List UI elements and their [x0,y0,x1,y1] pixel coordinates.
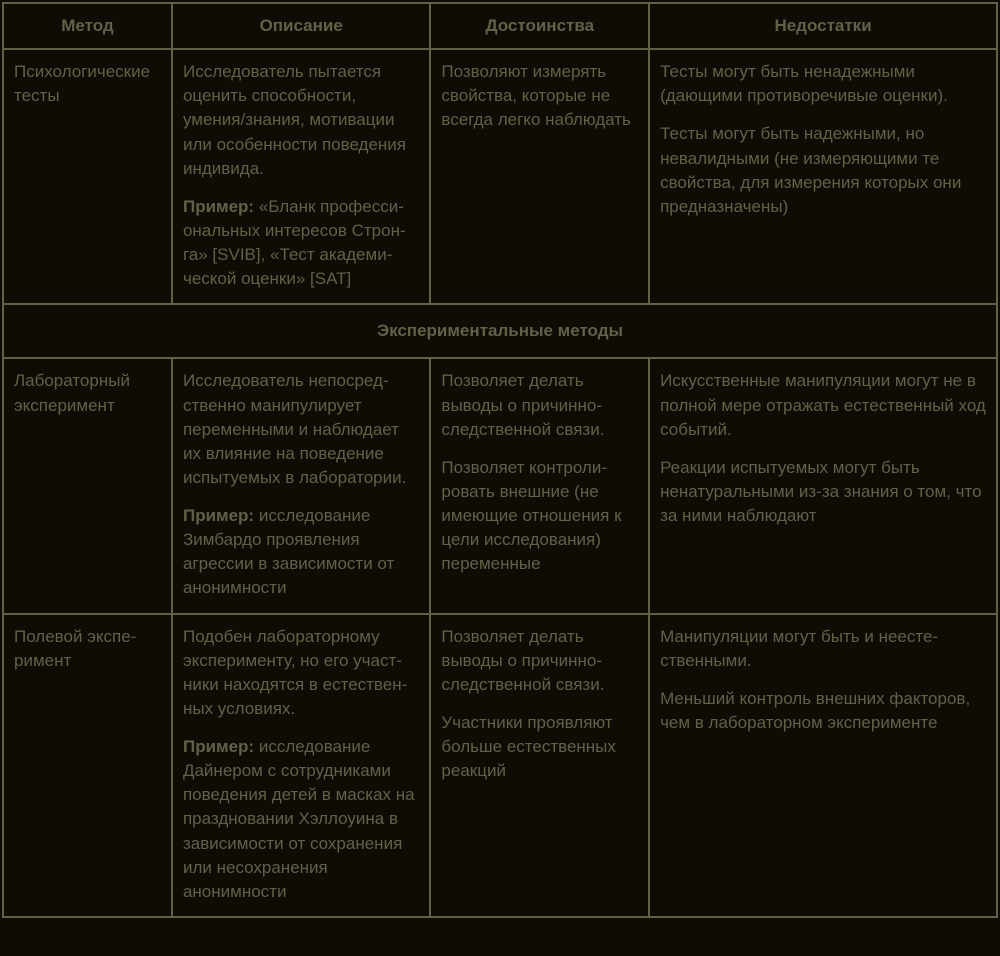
cell-description: Исследователь пытается оценить способнос… [172,49,430,304]
methods-table: Метод Описание Достоинства Недостатки Пс… [2,2,998,918]
advantage-text: Позволяет делать выводы о причинно-следс… [441,369,638,441]
header-advantages: Достоинства [430,3,649,49]
section-heading: Экспериментальные методы [3,304,997,358]
cell-advantages: Позволяет делать выводы о причинно-следс… [430,614,649,917]
cell-method: Психологиче­ские тесты [3,49,172,304]
description-text: Подобен лабораторному эксперименту, но е… [183,625,419,722]
example-label: Пример: [183,737,254,756]
disadvantage-text: Тесты могут быть надежными, но невалидны… [660,122,986,219]
cell-description: Исследователь непосред­ственно манипулир… [172,358,430,613]
advantage-text: Позволяет контроли­ровать внешние (не им… [441,456,638,577]
disadvantage-text: Тесты могут быть ненадежными (дающими пр… [660,60,986,108]
section-row-experimental: Экспериментальные методы [3,304,997,358]
advantage-text: Участники проявляют больше естественных … [441,711,638,783]
header-method: Метод [3,3,172,49]
advantage-text: Позволяет делать выводы о причинно-следс… [441,625,638,697]
header-description: Описание [172,3,430,49]
disadvantage-text: Реакции испытуемых могут быть ненатураль… [660,456,986,528]
cell-advantages: Позволяют измерять свойства, которые не … [430,49,649,304]
cell-description: Подобен лабораторному эксперименту, но е… [172,614,430,917]
cell-disadvantages: Тесты могут быть ненадежными (дающими пр… [649,49,997,304]
disadvantage-text: Манипуляции могут быть и неесте­ственным… [660,625,986,673]
header-disadvantages: Недостатки [649,3,997,49]
row-tests: Психологиче­ские тесты Исследователь пыт… [3,49,997,304]
disadvantage-text: Меньший контроль внешних фак­торов, чем … [660,687,986,735]
example-block: Пример: исследование Дайнером с сотрудни… [183,735,419,904]
description-text: Исследователь пытается оценить способнос… [183,60,419,181]
example-text: исследование Дайнером с сотрудниками пов… [183,737,415,901]
advantage-text: Позволяют измерять свойства, которые не … [441,60,638,132]
header-row: Метод Описание Достоинства Недостатки [3,3,997,49]
cell-advantages: Позволяет делать выводы о причинно-следс… [430,358,649,613]
row-lab: Лабораторный эксперимент Исследователь н… [3,358,997,613]
example-label: Пример: [183,506,254,525]
example-label: Пример: [183,197,254,216]
cell-method: Лабораторный эксперимент [3,358,172,613]
example-block: Пример: «Бланк професси­ональных интерес… [183,195,419,292]
example-block: Пример: исследование Зимбардо проявления… [183,504,419,601]
cell-disadvantages: Манипуляции могут быть и неесте­ственным… [649,614,997,917]
disadvantage-text: Искусственные манипуляции могут не в пол… [660,369,986,441]
row-field: Полевой экспе­римент Подобен лабораторно… [3,614,997,917]
description-text: Исследователь непосред­ственно манипулир… [183,369,419,490]
table-container: Метод Описание Достоинства Недостатки Пс… [0,0,1000,920]
cell-disadvantages: Искусственные манипуляции могут не в пол… [649,358,997,613]
cell-method: Полевой экспе­римент [3,614,172,917]
